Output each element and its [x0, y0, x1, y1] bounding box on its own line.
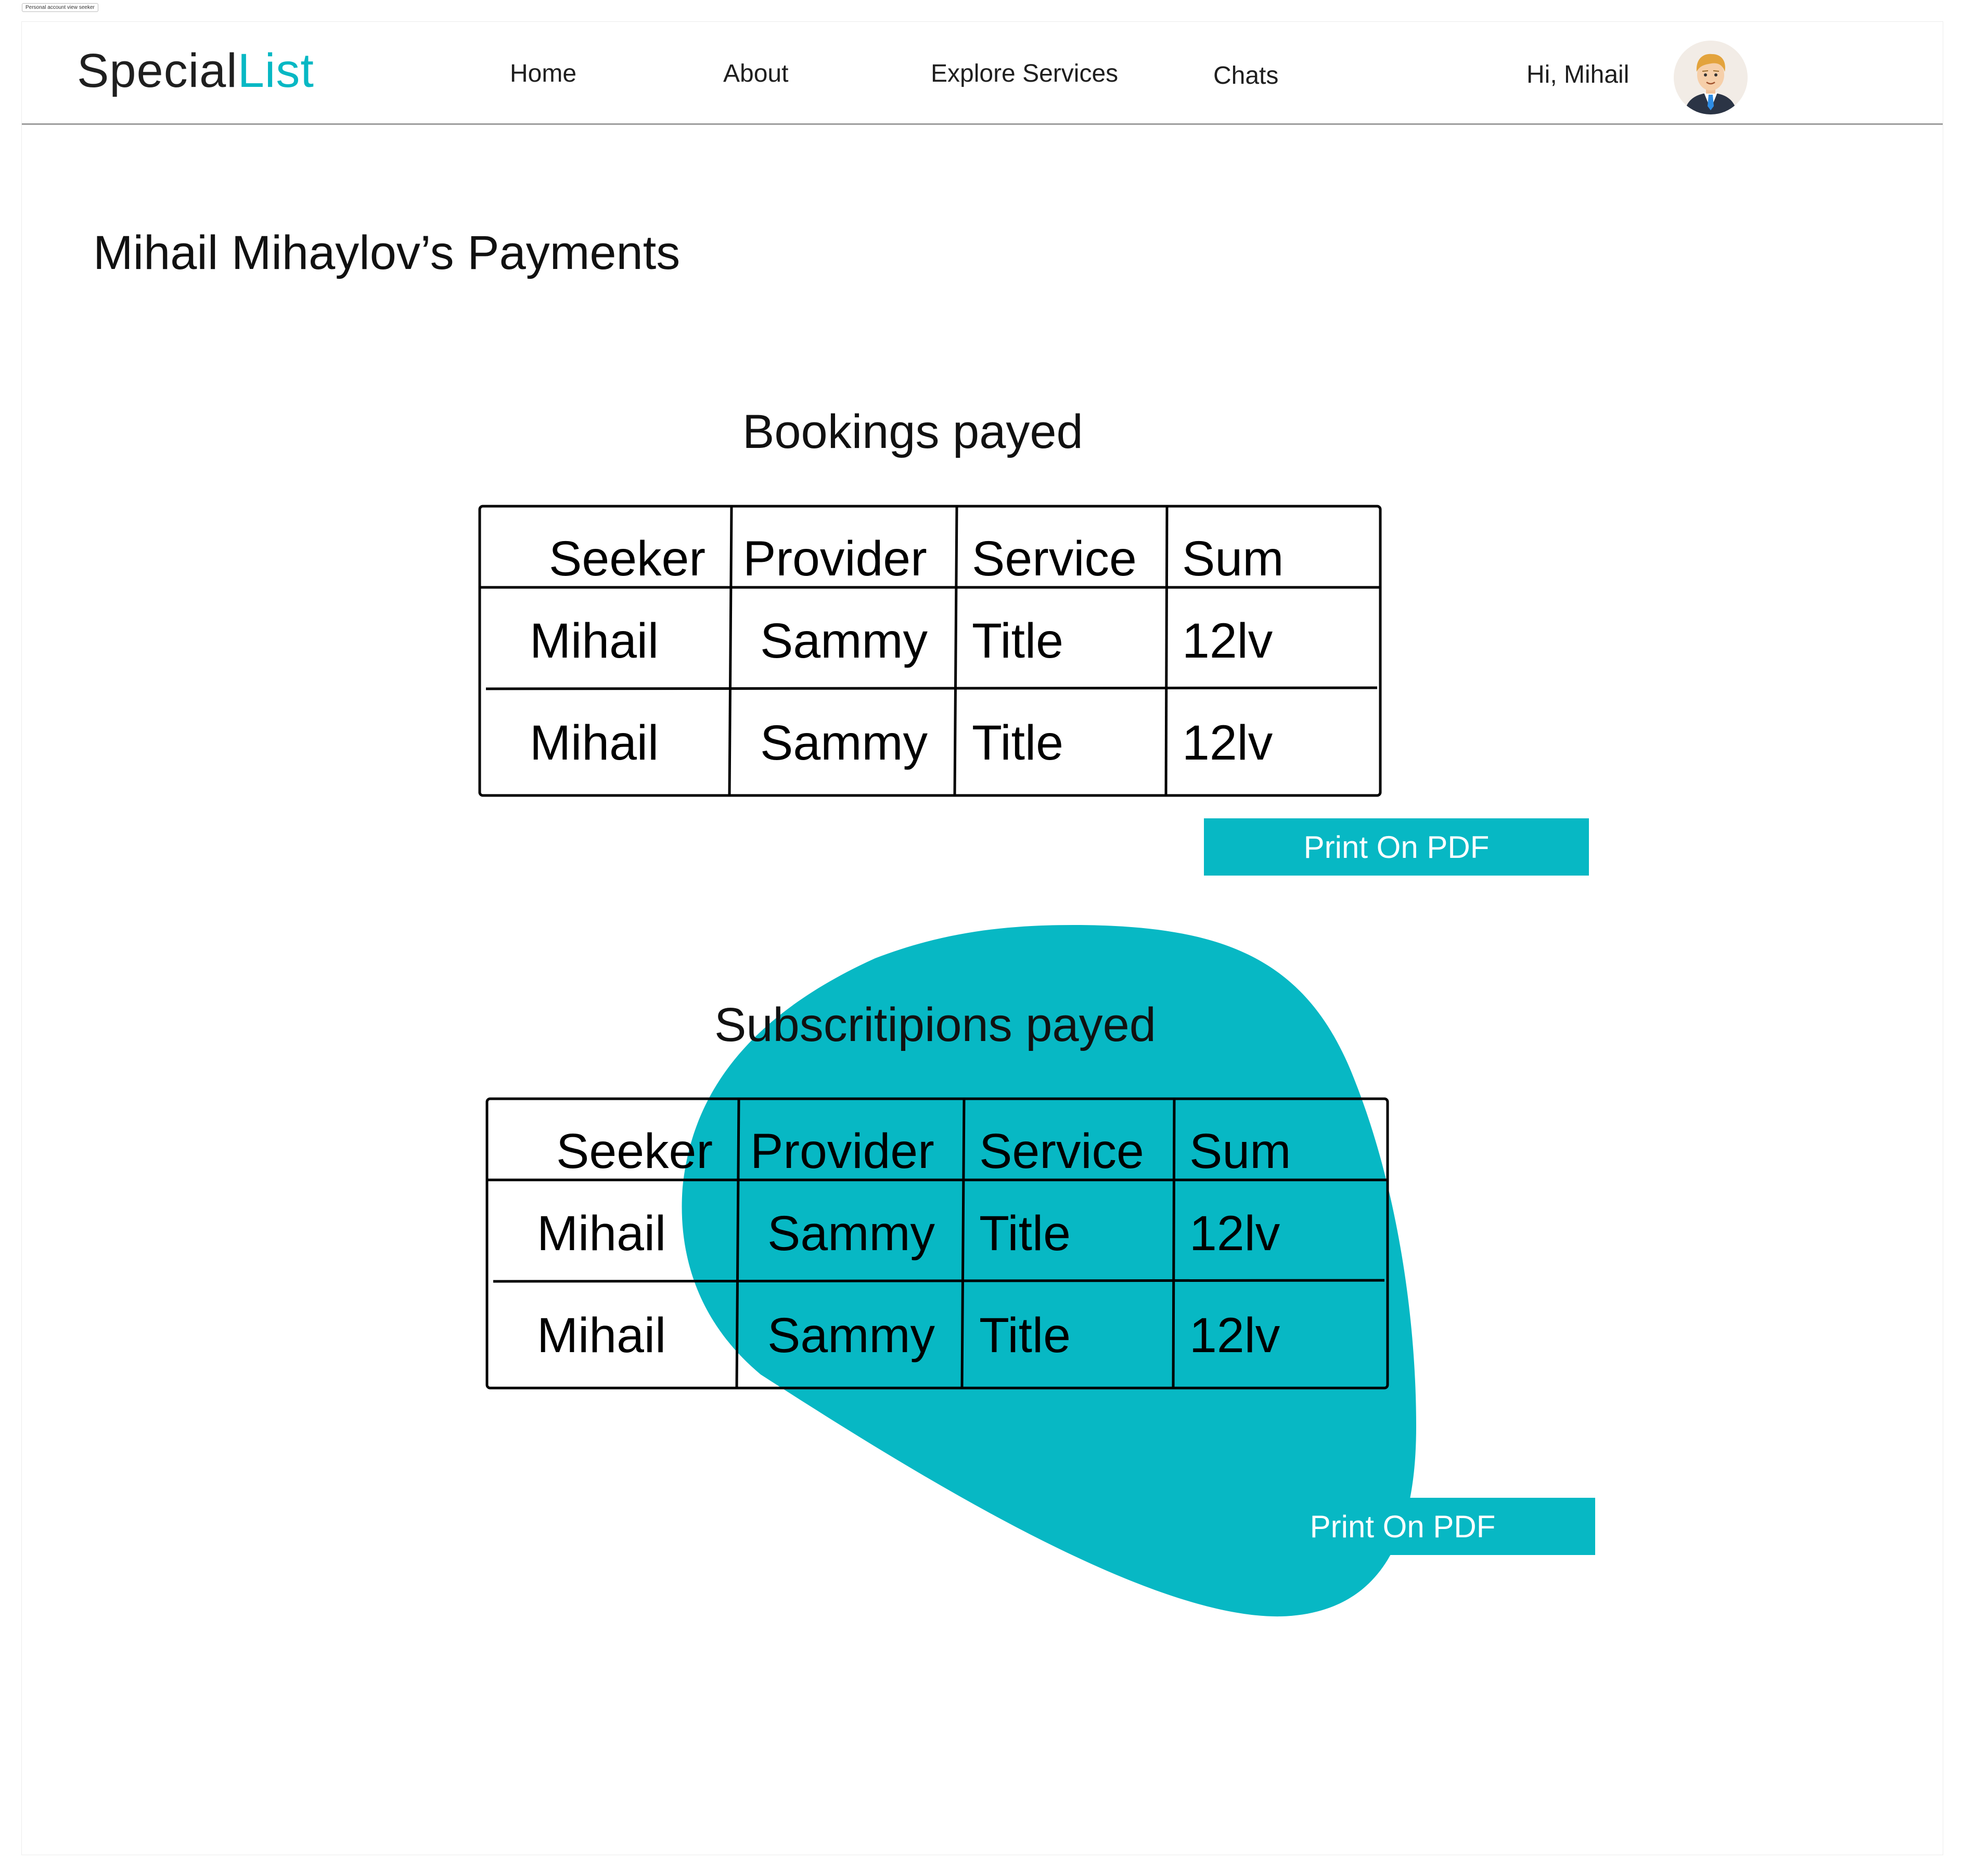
- bookings-header-sum: Sum: [1182, 531, 1284, 586]
- nav-explore-services[interactable]: Explore Services: [931, 59, 1118, 88]
- logo-text-list: List: [237, 44, 314, 97]
- bookings-row1-service: Title: [972, 613, 1063, 669]
- bookings-row2-provider: Sammy: [760, 715, 928, 770]
- subscriptions-row2-sum: 12lv: [1189, 1308, 1280, 1363]
- nav-home[interactable]: Home: [510, 59, 576, 88]
- subscriptions-row2-seeker: Mihail: [537, 1308, 666, 1363]
- logo-text-special: Special: [77, 44, 238, 97]
- user-greeting: Hi, Mihail: [1526, 61, 1630, 88]
- subscriptions-header-service: Service: [979, 1124, 1144, 1179]
- subscriptions-row2-provider: Sammy: [767, 1308, 935, 1363]
- bookings-section-title: Bookings payed: [742, 405, 1083, 458]
- subscriptions-header-provider: Provider: [750, 1124, 934, 1179]
- bookings-header-provider: Provider: [743, 531, 927, 586]
- nav-about[interactable]: About: [723, 59, 788, 88]
- frame-label: Personal account view seeker: [22, 3, 98, 12]
- subscriptions-row1-service: Title: [979, 1206, 1071, 1261]
- bookings-row1-sum: 12lv: [1182, 613, 1273, 669]
- subscriptions-table: Seeker Provider Service Sum Mihail Sammy…: [485, 1097, 1389, 1390]
- top-navbar: SpecialList Home About Explore Services …: [22, 22, 1943, 125]
- bookings-row1-seeker: Mihail: [530, 613, 659, 669]
- artboard: SpecialList Home About Explore Services …: [21, 21, 1943, 1855]
- bookings-row2-seeker: Mihail: [530, 715, 659, 770]
- bookings-row1-provider: Sammy: [760, 613, 928, 669]
- subscriptions-header-sum: Sum: [1189, 1124, 1291, 1179]
- page-title: Mihail Mihaylov’s Payments: [93, 226, 681, 279]
- bookings-print-pdf-button[interactable]: Print On PDF: [1204, 818, 1589, 876]
- subscriptions-row1-provider: Sammy: [767, 1206, 935, 1261]
- subscriptions-header-seeker: Seeker: [556, 1124, 713, 1179]
- logo[interactable]: SpecialList: [77, 44, 314, 98]
- subscriptions-row2-service: Title: [979, 1308, 1071, 1363]
- bookings-header-service: Service: [972, 531, 1137, 586]
- subscriptions-row1-seeker: Mihail: [537, 1206, 666, 1261]
- bookings-header-seeker: Seeker: [549, 531, 706, 586]
- bookings-row2-service: Title: [972, 715, 1063, 770]
- decorative-blob: [682, 925, 1416, 1617]
- subscriptions-row1-sum: 12lv: [1189, 1206, 1280, 1261]
- nav-chats[interactable]: Chats: [1213, 61, 1278, 90]
- bookings-row2-sum: 12lv: [1182, 715, 1273, 770]
- user-avatar-icon[interactable]: [1674, 41, 1748, 114]
- bookings-table: Seeker Provider Service Sum Mihail Sammy…: [478, 505, 1382, 797]
- subscriptions-print-pdf-button[interactable]: Print On PDF: [1210, 1498, 1595, 1555]
- subscriptions-section-title: Subscritipions payed: [714, 998, 1156, 1051]
